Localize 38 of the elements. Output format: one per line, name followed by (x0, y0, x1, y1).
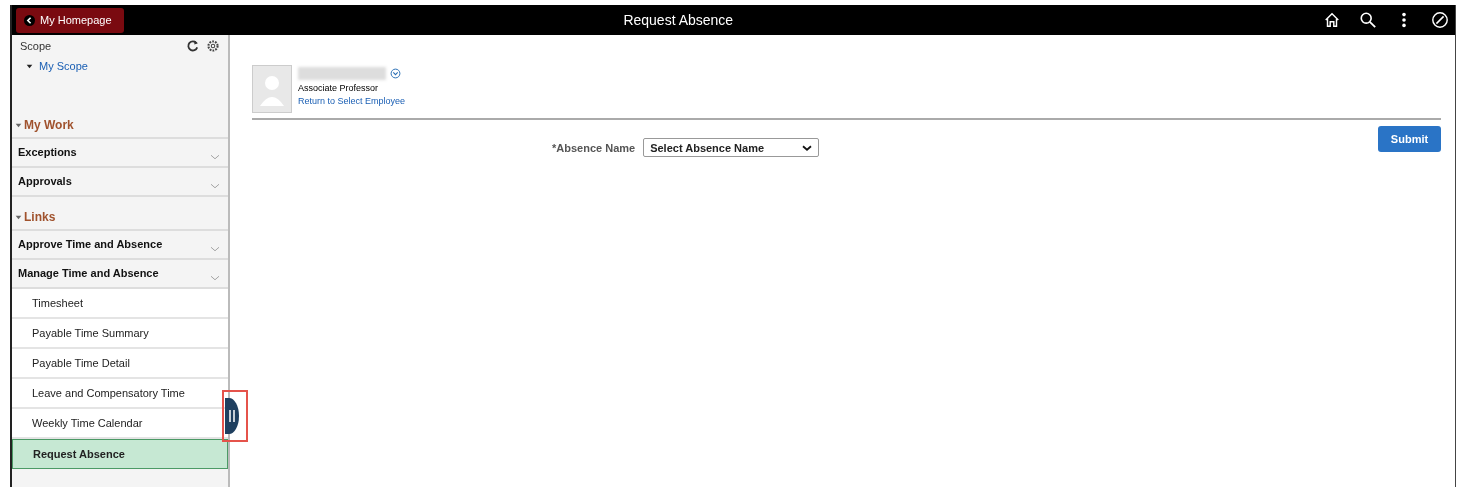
back-icon (24, 14, 35, 26)
page-title: Request Absence (622, 12, 735, 28)
dropdown-icon[interactable] (390, 68, 401, 79)
triangle-icon (15, 121, 22, 129)
scope-label: Scope (20, 40, 52, 52)
homepage-button[interactable]: My Homepage (16, 7, 124, 33)
return-link[interactable]: Return to Select Employee (298, 96, 406, 106)
absence-select[interactable]: Select Absence Name (643, 138, 820, 157)
nav-item[interactable]: Leave and Compensatory Time (12, 379, 228, 409)
chevron-down-icon (210, 153, 220, 161)
nav-group[interactable]: Approvals (12, 168, 228, 197)
home-icon[interactable] (1323, 11, 1341, 29)
nav-item[interactable]: Request Absence (12, 439, 228, 469)
nav-item[interactable]: Timesheet (12, 289, 228, 319)
search-icon[interactable] (1359, 11, 1377, 29)
employee-title: Associate Professor (298, 83, 380, 93)
chevron-down-icon (210, 182, 220, 190)
highlight-frame (222, 390, 248, 442)
nav-item[interactable]: Payable Time Summary (12, 319, 228, 349)
triangle-icon (26, 62, 33, 70)
avatar-icon (252, 65, 292, 113)
submit-button[interactable]: Submit (1378, 126, 1441, 152)
nav-item[interactable]: Weekly Time Calendar (12, 409, 228, 439)
nav-item[interactable]: Payable Time Detail (12, 349, 228, 379)
compass-icon[interactable] (1431, 11, 1449, 29)
section-header[interactable]: My Work (12, 113, 228, 139)
refresh-icon[interactable] (186, 39, 200, 53)
collapse-handle[interactable] (225, 398, 239, 434)
settings-icon[interactable] (206, 39, 220, 53)
chevron-down-icon (210, 245, 220, 253)
section-header[interactable]: Links (12, 205, 228, 231)
nav-group[interactable]: Approve Time and Absence (12, 231, 228, 260)
chevron-down-icon (802, 143, 813, 152)
nav-group[interactable]: Exceptions (12, 139, 228, 168)
triangle-icon (15, 213, 22, 221)
chevron-down-icon (210, 274, 220, 282)
field-label: *Absence Name (552, 141, 636, 154)
scope-link[interactable]: My Scope (26, 60, 220, 72)
